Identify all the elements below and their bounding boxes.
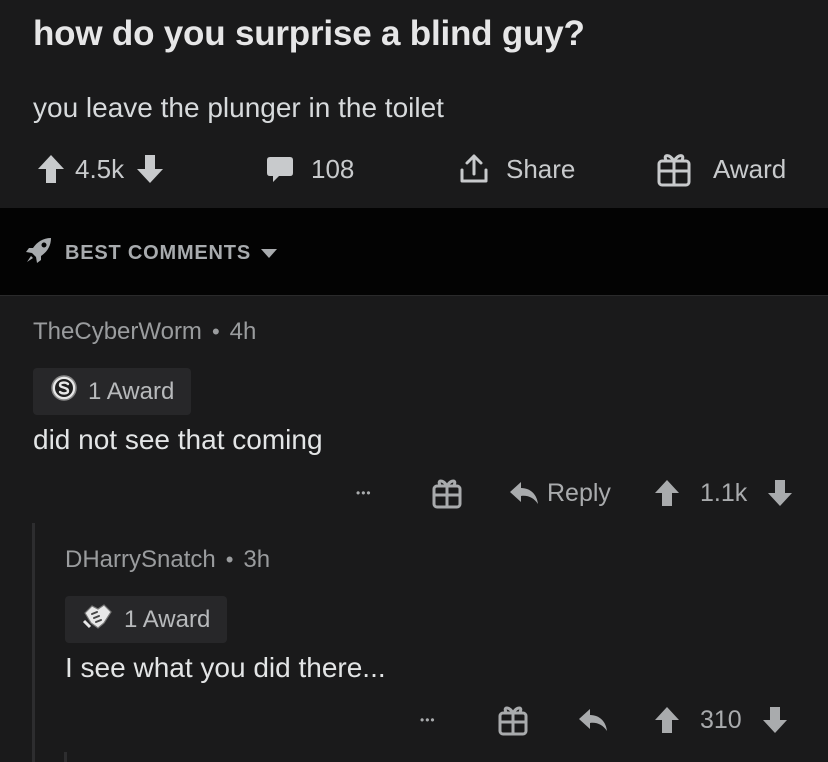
share-icon (458, 153, 490, 185)
handshake-award-icon (82, 601, 114, 638)
post-body: you leave the plunger in the toilet (33, 92, 444, 123)
post-title[interactable]: how do you surprise a blind guy? (33, 14, 585, 54)
comment-vote-group: 310 (654, 700, 788, 740)
post-action-bar: 4.5k 108 Share Award (0, 145, 828, 193)
upvote-icon[interactable] (654, 479, 680, 507)
more-options-button[interactable]: ••• (356, 473, 372, 513)
gift-icon (498, 704, 528, 736)
comment-score: 310 (700, 705, 742, 734)
gift-icon (432, 477, 462, 509)
give-award-button[interactable] (432, 473, 462, 513)
thread-line[interactable] (64, 752, 67, 762)
comment-actions: ••• Reply 1.1k (0, 473, 828, 513)
share-button[interactable]: Share (458, 145, 575, 193)
comment-text: did not see that coming (33, 424, 323, 455)
comments-button[interactable]: 108 (265, 145, 354, 193)
award-count: 1 Award (88, 377, 175, 405)
comment-actions: ••• 310 (0, 700, 828, 740)
comment-author[interactable]: TheCyberWorm (33, 318, 202, 346)
post-card: how do you surprise a blind guy? you lea… (0, 0, 828, 208)
share-label: Share (506, 153, 576, 184)
award-count: 1 Award (124, 605, 211, 633)
comment-meta: TheCyberWorm • 4h (33, 314, 256, 350)
sort-dropdown[interactable]: BEST COMMENTS (25, 236, 278, 270)
downvote-icon[interactable] (767, 479, 793, 507)
post-vote-group: 4.5k (37, 145, 164, 193)
downvote-icon[interactable] (762, 706, 788, 734)
give-award-button[interactable] (498, 700, 528, 740)
comment-count: 108 (311, 153, 355, 184)
award-chip[interactable]: 1 Award (33, 368, 192, 415)
silver-award-icon (50, 374, 78, 409)
comment-score: 1.1k (700, 478, 748, 507)
comment-age: 4h (229, 318, 257, 345)
chevron-down-icon (260, 242, 278, 265)
comment-author[interactable]: DHarrySnatch (65, 546, 216, 574)
more-options-button[interactable]: ••• (420, 700, 436, 740)
sort-bar: BEST COMMENTS (0, 208, 828, 296)
meta-separator: • (211, 319, 220, 344)
award-label: Award (713, 153, 787, 184)
reply-button[interactable] (578, 700, 608, 740)
rocket-icon (25, 236, 53, 270)
comment-vote-group: 1.1k (654, 473, 793, 513)
upvote-icon[interactable] (37, 154, 65, 184)
comment-age: 3h (243, 546, 271, 573)
sort-label: BEST COMMENTS (65, 241, 251, 264)
upvote-icon[interactable] (654, 706, 680, 734)
downvote-icon[interactable] (136, 154, 164, 184)
comment-text: I see what you did there... (65, 652, 386, 683)
reply-button[interactable]: Reply (509, 473, 611, 513)
award-chip[interactable]: 1 Award (65, 596, 228, 643)
post-score: 4.5k (75, 153, 125, 184)
gift-icon (657, 151, 691, 187)
award-button[interactable]: Award (657, 145, 786, 193)
meta-separator: • (225, 547, 234, 572)
more-label: ••• (420, 713, 436, 727)
reply-arrow-icon (509, 480, 539, 506)
reply-arrow-icon (578, 707, 608, 733)
more-label: ••• (356, 486, 372, 500)
reply-label: Reply (547, 478, 611, 507)
comment-bubble-icon (265, 154, 295, 184)
comment-meta: DHarrySnatch • 3h (65, 542, 270, 578)
